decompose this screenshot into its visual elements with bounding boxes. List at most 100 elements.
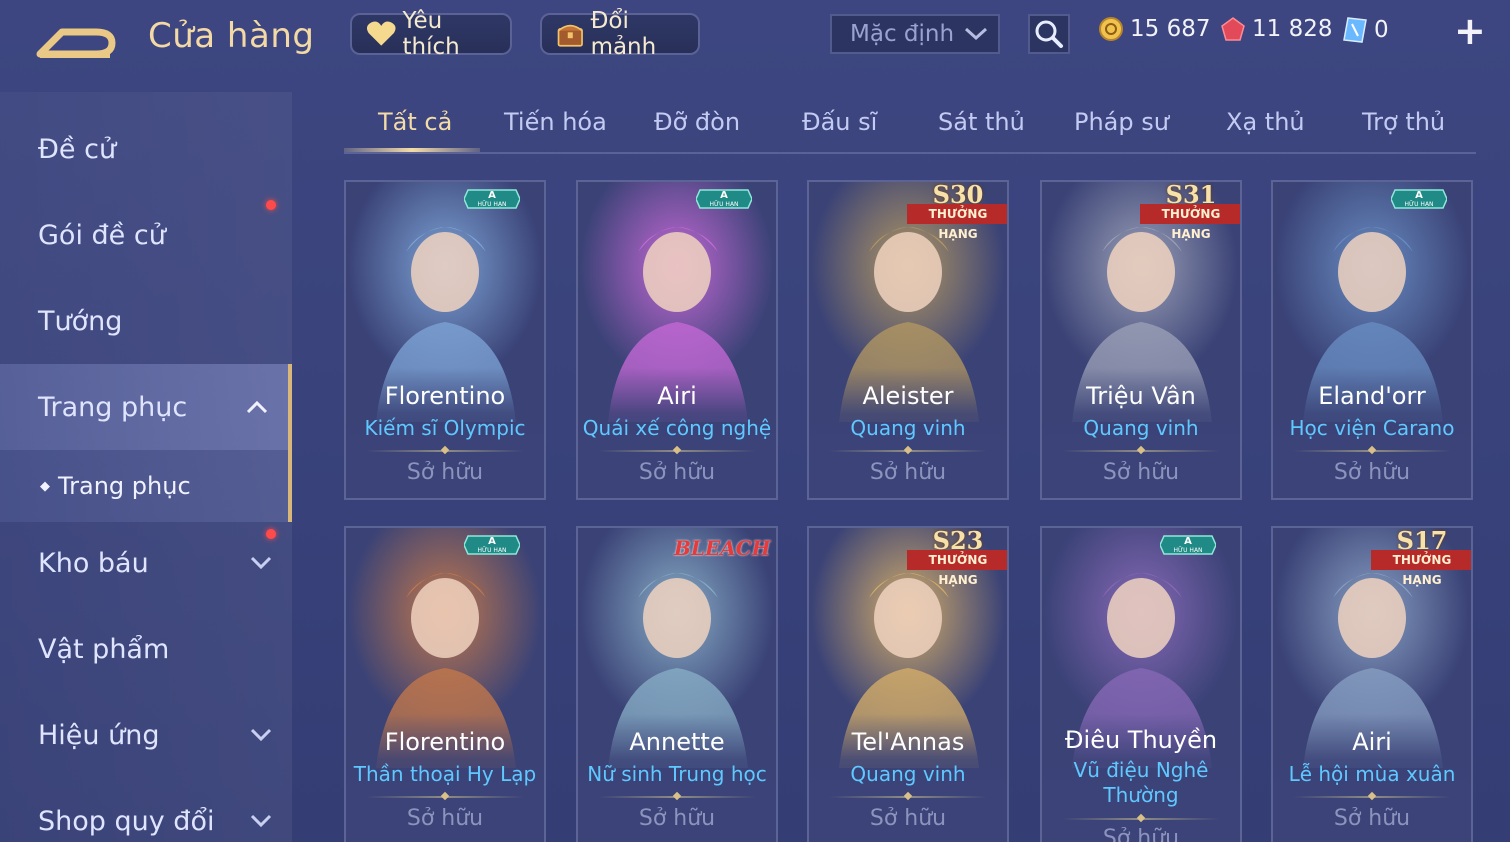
gold-currency: 15 687 bbox=[1098, 16, 1210, 42]
skin-card[interactable]: S23 THƯỞNG HẠNG Tel'Annas Quang vinh Sở … bbox=[807, 526, 1009, 842]
season-rank-badge: S23 THƯỞNG HẠNG bbox=[907, 528, 1007, 587]
ownership-status: Sở hữu bbox=[638, 460, 716, 485]
sort-dropdown[interactable]: Mặc định bbox=[830, 14, 1000, 54]
ticket-amount: 0 bbox=[1374, 17, 1389, 43]
card-divider bbox=[366, 450, 524, 452]
skin-name: Quang vinh bbox=[850, 762, 966, 786]
skin-card[interactable]: A HỮU HẠN Florentino Kiếm sĩ Olympic Sở … bbox=[344, 180, 546, 500]
limited-badge-icon: A HỮU HẠN bbox=[1160, 535, 1216, 555]
ownership-status: Sở hữu bbox=[406, 806, 484, 831]
top-bar: Cửa hàng Yêu thích Đổi mảnh Mặc định 15 bbox=[0, 0, 1510, 72]
season-reward-label: THƯỞNG HẠNG bbox=[907, 550, 1007, 587]
exchange-shards-button[interactable]: Đổi mảnh bbox=[540, 8, 700, 60]
badge-grade: A bbox=[1184, 536, 1192, 547]
hero-name: Florentino bbox=[384, 382, 506, 410]
sidebar-item-heroes[interactable]: Tướng bbox=[0, 278, 292, 364]
skin-name: Lễ hội mùa xuân bbox=[1288, 762, 1456, 786]
favorites-label: Yêu thích bbox=[402, 8, 460, 60]
tab-evolution[interactable]: Tiến hóa bbox=[504, 108, 607, 136]
hero-name: Florentino bbox=[384, 728, 506, 756]
skin-name: Nữ sinh Trung học bbox=[587, 762, 767, 786]
back-arrow-icon[interactable] bbox=[36, 18, 120, 62]
ownership-status: Sở hữu bbox=[1333, 460, 1411, 485]
badge-grade: A bbox=[1415, 190, 1423, 201]
sidebar-item-label: Hiệu ứng bbox=[38, 719, 160, 751]
hero-name: Điêu Thuyền bbox=[1064, 726, 1218, 754]
sidebar-item-label: Gói đề cử bbox=[38, 219, 166, 251]
chevron-down-icon bbox=[964, 27, 988, 41]
skin-name: Quái xế công nghệ bbox=[582, 416, 772, 440]
sidebar-item-recommended[interactable]: Đề cử bbox=[0, 106, 292, 192]
ownership-status: Sở hữu bbox=[1102, 826, 1180, 842]
skin-name: Quang vinh bbox=[850, 416, 966, 440]
skin-card[interactable]: S17 THƯỞNG HẠNG Airi Lễ hội mùa xuân Sở … bbox=[1271, 526, 1473, 842]
sidebar-item-items[interactable]: Vật phẩm bbox=[0, 606, 292, 692]
tab-assassin[interactable]: Sát thủ bbox=[938, 108, 1025, 136]
add-currency-button[interactable]: + bbox=[1454, 12, 1486, 50]
card-divider bbox=[829, 450, 987, 452]
season-rank-badge: S17 THƯỞNG HẠNG bbox=[1371, 528, 1471, 587]
badge-grade: A bbox=[720, 190, 728, 201]
hero-name: Airi bbox=[657, 382, 697, 410]
badge-subtext: HỮU HẠN bbox=[477, 547, 506, 554]
search-button[interactable] bbox=[1028, 14, 1070, 54]
sidebar-item-skins[interactable]: Trang phục bbox=[0, 364, 292, 450]
notification-dot bbox=[266, 200, 276, 210]
heart-icon bbox=[366, 21, 396, 46]
exchange-label: Đổi mảnh bbox=[590, 8, 657, 60]
card-divider bbox=[1293, 450, 1451, 452]
chevron-down-icon bbox=[250, 814, 272, 828]
tab-tank[interactable]: Đỡ đòn bbox=[654, 108, 740, 136]
skin-card[interactable]: A HỮU HẠN Điêu Thuyền Vũ điệu Nghê Thườn… bbox=[1040, 526, 1242, 842]
season-rank-badge: S30 THƯỞNG HẠNG bbox=[907, 182, 1007, 241]
voucher-currency: 11 828 bbox=[1220, 16, 1332, 42]
sidebar-item-effects[interactable]: Hiệu ứng bbox=[0, 692, 292, 778]
hero-name: Eland'orr bbox=[1318, 382, 1426, 410]
limited-badge-icon: A HỮU HẠN bbox=[696, 189, 752, 209]
sidebar-item-treasure[interactable]: Kho báu bbox=[0, 520, 292, 606]
tab-support[interactable]: Trợ thủ bbox=[1362, 108, 1445, 136]
search-icon bbox=[1035, 20, 1063, 48]
sidebar-item-exchange-shop[interactable]: Shop quy đổi bbox=[0, 778, 292, 842]
tab-all[interactable]: Tất cả bbox=[378, 108, 452, 136]
treasure-chest-icon bbox=[557, 24, 583, 47]
gold-coin-icon bbox=[1099, 17, 1123, 41]
page-title: Cửa hàng bbox=[148, 16, 315, 56]
sidebar-item-label: Đề cử bbox=[38, 133, 117, 165]
chevron-down-icon bbox=[250, 556, 272, 570]
chevron-up-icon bbox=[246, 400, 268, 414]
tab-mage[interactable]: Pháp sư bbox=[1074, 108, 1169, 136]
favorites-button[interactable]: Yêu thích bbox=[350, 8, 512, 60]
sidebar-item-label: Vật phẩm bbox=[38, 633, 170, 665]
ownership-status: Sở hữu bbox=[406, 460, 484, 485]
sidebar-item-label: Trang phục bbox=[38, 391, 188, 423]
skin-name: Kiếm sĩ Olympic bbox=[364, 416, 526, 440]
tab-fighter[interactable]: Đấu sĩ bbox=[802, 108, 877, 136]
skin-card[interactable]: A HỮU HẠN Airi Quái xế công nghệ Sở hữu bbox=[576, 180, 778, 500]
card-divider bbox=[598, 796, 756, 798]
season-reward-label: THƯỞNG HẠNG bbox=[1140, 204, 1240, 241]
badge-subtext: HỮU HẠN bbox=[1173, 547, 1202, 554]
badge-grade: A bbox=[488, 536, 496, 547]
card-divider bbox=[829, 796, 987, 798]
sort-value: Mặc định bbox=[850, 21, 955, 47]
red-voucher-icon bbox=[1221, 17, 1245, 41]
sidebar-subitem-skins[interactable]: ◆ Trang phục bbox=[0, 450, 292, 522]
sidebar-item-recommended-packs[interactable]: Gói đề cử bbox=[0, 192, 292, 278]
ownership-status: Sở hữu bbox=[1102, 460, 1180, 485]
skin-name: Vũ điệu Nghê Thường bbox=[1073, 758, 1209, 807]
skin-card[interactable]: A HỮU HẠN Eland'orr Học viện Carano Sở h… bbox=[1271, 180, 1473, 500]
season-reward-label: THƯỞNG HẠNG bbox=[1371, 550, 1471, 587]
skin-card[interactable]: A HỮU HẠN Florentino Thần thoại Hy Lạp S… bbox=[344, 526, 546, 842]
badge-subtext: HỮU HẠN bbox=[709, 201, 738, 208]
skin-card[interactable]: S30 THƯỞNG HẠNG Aleister Quang vinh Sở h… bbox=[807, 180, 1009, 500]
hero-name: Airi bbox=[1352, 728, 1392, 756]
skin-card[interactable]: BLEACH Annette Nữ sinh Trung học Sở hữu bbox=[576, 526, 778, 842]
card-divider bbox=[1293, 796, 1451, 798]
badge-grade: A bbox=[488, 190, 496, 201]
skin-card[interactable]: S31 THƯỞNG HẠNG Triệu Vân Quang vinh Sở … bbox=[1040, 180, 1242, 500]
limited-badge-icon: A HỮU HẠN bbox=[1391, 189, 1447, 209]
badge-subtext: HỮU HẠN bbox=[1404, 201, 1433, 208]
skin-name: Thần thoại Hy Lạp bbox=[353, 762, 537, 786]
tab-marksman[interactable]: Xạ thủ bbox=[1226, 108, 1305, 136]
